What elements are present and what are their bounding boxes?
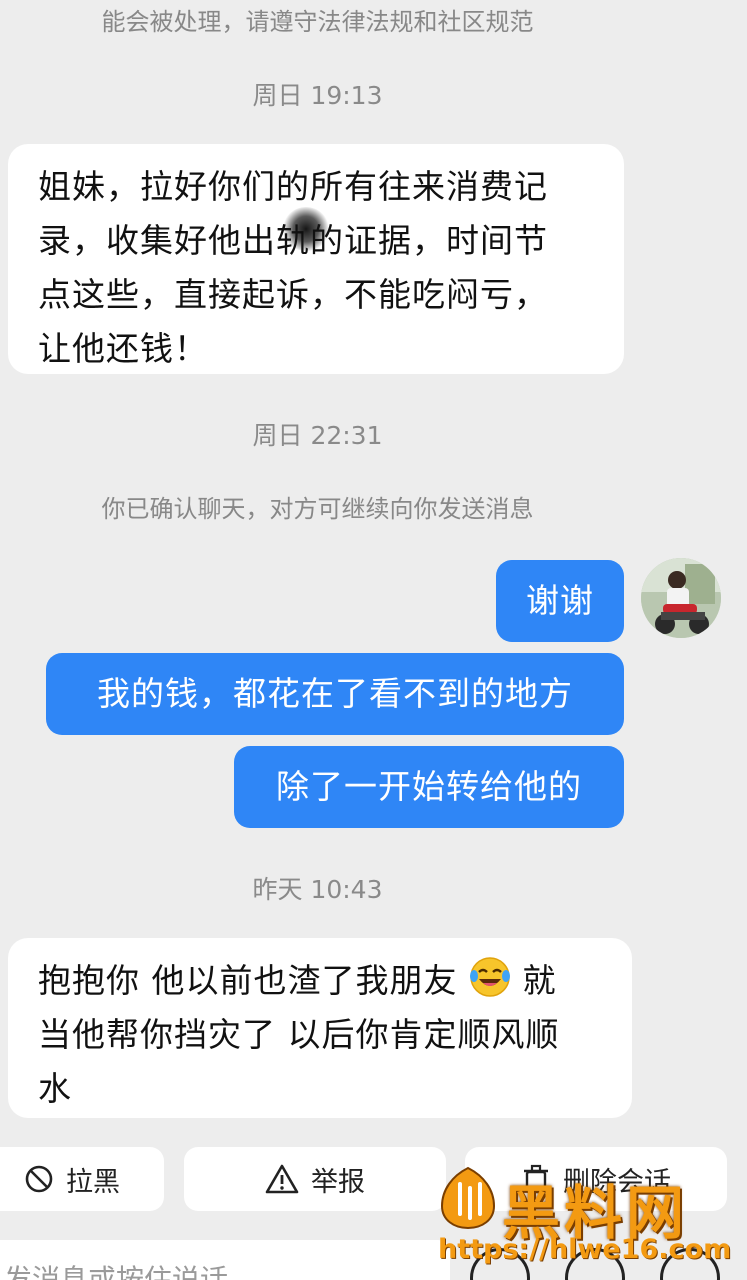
block-icon: [25, 1165, 53, 1193]
mosaic-blur: [283, 207, 329, 251]
warning-icon: [265, 1164, 299, 1194]
chat-screen: 能会被处理，请遵守法律法规和社区规范 周日 19:13 姐妹，拉好你们的所有往来…: [0, 0, 747, 1280]
outgoing-message[interactable]: 谢谢: [496, 560, 624, 642]
message-input[interactable]: 发消息或按住说话: [0, 1240, 450, 1280]
watermark: 黑料网 https://hlwe16.com: [438, 1166, 743, 1276]
avatar[interactable]: [641, 558, 721, 638]
message-line: 当他帮你挡灾了 以后你肯定顺风顺: [38, 1015, 560, 1054]
outgoing-message[interactable]: 除了一开始转给他的: [234, 746, 624, 828]
laughing-crying-emoji-icon: [470, 957, 510, 997]
incoming-message[interactable]: 抱抱你 他以前也渣了我朋友 就 当他帮你挡灾了 以后你肯定顺风顺 水: [8, 938, 632, 1118]
report-button[interactable]: 举报: [184, 1147, 446, 1211]
watermark-logo-icon: [440, 1166, 496, 1230]
system-notice-confirmed: 你已确认聊天，对方可继续向你发送消息: [101, 495, 534, 523]
message-text: 抱抱你 他以前也渣了我朋友: [38, 961, 458, 1000]
incoming-message[interactable]: 姐妹，拉好你们的所有往来消费记 录，收集好他出轨的证据，时间节 点这些，直接起诉…: [8, 144, 624, 374]
message-line: 点这些，直接起诉，不能吃闷亏，: [38, 275, 548, 314]
message-line: 姐妹，拉好你们的所有往来消费记: [38, 167, 548, 206]
message-line: 让他还钱！: [38, 329, 208, 368]
report-label: 举报: [311, 1166, 365, 1198]
avatar-photo-icon: [641, 558, 721, 638]
message-text: 就: [522, 961, 557, 1000]
system-notice-policy: 能会被处理，请遵守法律法规和社区规范: [101, 8, 534, 36]
timestamp: 周日 19:13: [252, 81, 383, 110]
outgoing-message[interactable]: 我的钱，都花在了看不到的地方: [46, 653, 624, 735]
block-label: 拉黑: [66, 1166, 120, 1198]
message-line: 抱抱你 他以前也渣了我朋友 就: [38, 954, 606, 1008]
block-button[interactable]: 拉黑: [0, 1147, 164, 1211]
timestamp: 昨天 10:43: [252, 875, 383, 904]
message-line: 水: [38, 1069, 72, 1108]
timestamp: 周日 22:31: [252, 421, 383, 450]
watermark-url: https://hlwe16.com: [438, 1234, 732, 1265]
